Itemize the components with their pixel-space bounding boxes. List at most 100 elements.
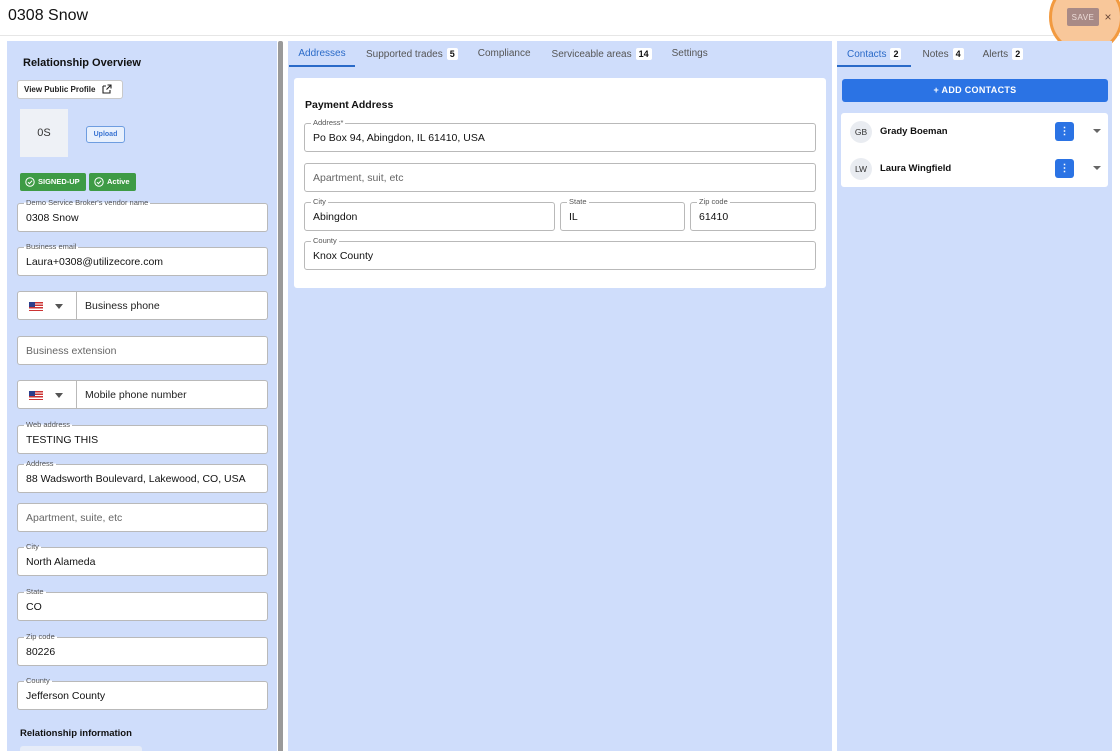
tab-addresses[interactable]: Addresses <box>289 41 355 67</box>
upload-button[interactable]: Upload <box>86 126 125 143</box>
contact-name: Laura Wingfield <box>880 163 952 174</box>
mobile-phone-group: Mobile phone number <box>17 380 268 409</box>
payment-county-label: County <box>311 236 339 245</box>
business-extension-field[interactable]: Business extension <box>17 336 268 365</box>
web-address-field[interactable]: Web address TESTING THIS <box>17 420 268 454</box>
payment-apartment-placeholder: Apartment, suit, etc <box>313 172 404 184</box>
payment-zip-code-value: 61410 <box>699 211 729 223</box>
web-address-label: Web address <box>24 420 73 429</box>
view-public-profile-button[interactable]: View Public Profile <box>17 80 123 99</box>
address-label: Address <box>24 459 56 468</box>
apartment-field[interactable]: Apartment, suite, etc <box>17 503 268 532</box>
contact-row[interactable]: LW Laura Wingfield ⋮ <box>841 150 1112 187</box>
payment-county-field[interactable]: County Knox County <box>304 236 816 270</box>
city-field[interactable]: City North Alameda <box>17 542 268 576</box>
county-field[interactable]: County Jefferson County <box>17 676 268 710</box>
more-vert-icon[interactable]: ⋮ <box>1055 159 1074 178</box>
payment-address-label: Address* <box>311 118 346 127</box>
tab-contacts[interactable]: Contacts 2 <box>837 41 912 67</box>
zip-code-field[interactable]: Zip code 80226 <box>17 632 268 666</box>
payment-zip-code-field[interactable]: Zip code 61410 <box>690 197 816 231</box>
business-email-label: Business email <box>24 242 79 251</box>
business-email-value: Laura+0308@utilizecore.com <box>26 256 164 268</box>
relationship-information-title: Relationship information <box>20 728 132 739</box>
save-button[interactable]: SAVE <box>1067 8 1099 26</box>
tab-supported-trades[interactable]: Supported trades 5 <box>366 41 458 67</box>
contact-avatar: LW <box>850 158 872 180</box>
more-vert-icon[interactable]: ⋮ <box>1055 122 1074 141</box>
vendor-name-value: 0308 Snow <box>26 212 79 224</box>
business-phone-placeholder: Business phone <box>85 300 160 312</box>
tab-label: Serviceable areas <box>551 49 632 60</box>
left-panel-scrollbar[interactable] <box>278 41 283 751</box>
state-field[interactable]: State CO <box>17 587 268 621</box>
tab-count-badge: 2 <box>890 48 902 60</box>
payment-address-field[interactable]: Address* Po Box 94, Abingdon, IL 61410, … <box>304 118 816 152</box>
city-value: North Alameda <box>26 556 96 568</box>
vendor-avatar: 0S <box>20 109 68 157</box>
vendor-name-field[interactable]: Demo Service Broker's vendor name 0308 S… <box>17 198 268 232</box>
us-flag-icon <box>29 391 43 400</box>
status-badge-label: Active <box>107 177 130 186</box>
payment-city-label: City <box>311 197 328 206</box>
chevron-down-icon[interactable] <box>1093 166 1101 170</box>
business-phone-field[interactable]: Business phone <box>76 291 268 320</box>
address-value: 88 Wadsworth Boulevard, Lakewood, CO, US… <box>26 473 246 485</box>
tab-compliance[interactable]: Compliance <box>478 41 531 67</box>
payment-city-value: Abingdon <box>313 211 358 223</box>
add-contacts-button[interactable]: + ADD CONTACTS <box>842 79 1108 102</box>
tab-label: Contacts <box>847 49 887 60</box>
relationship-overview-title: Relationship Overview <box>23 57 141 69</box>
contact-avatar: GB <box>850 121 872 143</box>
chevron-down-icon[interactable] <box>1093 129 1101 133</box>
payment-city-field[interactable]: City Abingdon <box>304 197 555 231</box>
county-value: Jefferson County <box>26 690 106 702</box>
payment-address-card: Payment Address Address* Po Box 94, Abin… <box>294 78 826 288</box>
tab-label: Settings <box>671 48 708 59</box>
contact-row[interactable]: GB Grady Boeman ⋮ <box>841 113 1112 150</box>
tab-label: Addresses <box>298 48 346 59</box>
close-icon[interactable]: × <box>1101 7 1115 27</box>
addresses-panel: Addresses Supported trades 5 Compliance S… <box>288 41 832 751</box>
zip-code-label: Zip code <box>24 632 57 641</box>
status-badge-label: SIGNED-UP <box>38 177 80 186</box>
tab-count-badge: 5 <box>446 48 458 60</box>
business-phone-group: Business phone <box>17 291 268 320</box>
status-badge-active: Active <box>89 173 136 191</box>
payment-state-field[interactable]: State IL <box>560 197 685 231</box>
check-circle-icon <box>94 177 104 187</box>
tab-count-badge: 2 <box>1012 48 1024 60</box>
relationship-info-control[interactable] <box>20 746 142 751</box>
state-value: CO <box>26 601 42 613</box>
tab-count-badge: 4 <box>952 48 964 60</box>
payment-state-value: IL <box>569 211 578 223</box>
county-label: County <box>24 676 52 685</box>
business-phone-country-select[interactable] <box>17 291 77 320</box>
mobile-phone-country-select[interactable] <box>17 380 77 409</box>
address-field[interactable]: Address 88 Wadsworth Boulevard, Lakewood… <box>17 459 268 493</box>
tab-serviceable-areas[interactable]: Serviceable areas 14 <box>552 41 652 67</box>
web-address-value: TESTING THIS <box>26 434 99 446</box>
page-title: 0308 Snow <box>8 7 89 24</box>
business-email-field[interactable]: Business email Laura+0308@utilizecore.co… <box>17 242 268 276</box>
tab-alerts[interactable]: Alerts 2 <box>983 41 1024 67</box>
chevron-down-icon <box>55 304 63 309</box>
payment-address-value: Po Box 94, Abingdon, IL 61410, USA <box>313 132 485 144</box>
tab-label: Alerts <box>982 49 1009 60</box>
right-tabs: Contacts 2 Notes 4 Alerts 2 <box>837 41 1024 67</box>
contacts-list: GB Grady Boeman ⋮ LW Laura Wingfield ⋮ <box>841 113 1108 187</box>
payment-apartment-field[interactable]: Apartment, suit, etc <box>304 163 816 192</box>
state-label: State <box>24 587 46 596</box>
payment-zip-code-label: Zip code <box>697 197 730 206</box>
top-bar: 0308 Snow SAVE × <box>0 0 1120 54</box>
mobile-phone-field[interactable]: Mobile phone number <box>76 380 268 409</box>
tab-label: Compliance <box>477 48 531 59</box>
payment-state-label: State <box>567 197 589 206</box>
payment-county-value: Knox County <box>313 250 374 262</box>
relationship-overview-panel: Relationship Overview View Public Profil… <box>7 41 277 751</box>
contacts-panel: Contacts 2 Notes 4 Alerts 2 + ADD CONTACTS … <box>837 41 1112 751</box>
tab-notes[interactable]: Notes 4 <box>922 41 964 67</box>
tab-settings[interactable]: Settings <box>672 41 708 67</box>
city-label: City <box>24 542 41 551</box>
check-circle-icon <box>25 177 35 187</box>
